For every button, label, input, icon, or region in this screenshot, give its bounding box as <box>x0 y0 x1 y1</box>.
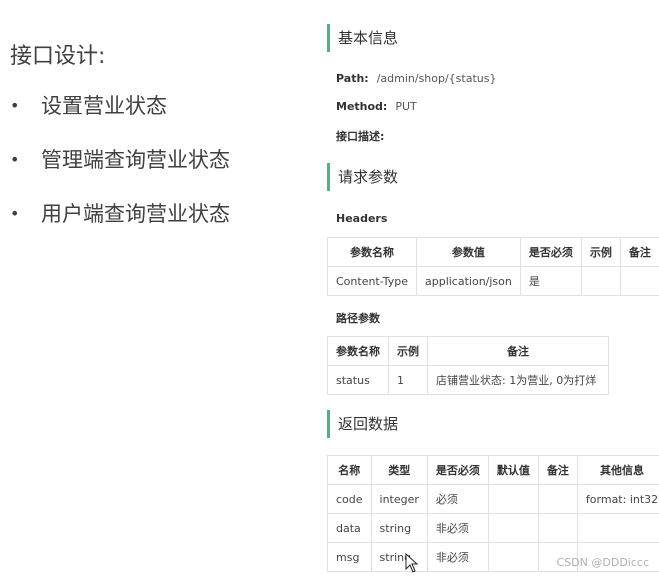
method-label: Method: <box>336 100 388 113</box>
column-header: 参数名称 <box>327 237 417 267</box>
description-row: 接口描述: <box>336 128 392 144</box>
table-cell: status <box>327 365 389 395</box>
column-header: 是否必须 <box>519 237 582 267</box>
table-cell: 1 <box>388 365 428 395</box>
table-cell: string <box>370 513 428 543</box>
table-cell <box>487 484 539 514</box>
column-header: 是否必须 <box>426 455 489 485</box>
table-cell <box>537 513 578 543</box>
path-row: Path: /admin/shop/{status} <box>336 72 496 85</box>
column-header: 示例 <box>388 336 428 366</box>
table-row: Content-Type application/json 是 <box>327 266 659 296</box>
path-params-table: 参数名称 示例 备注 status 1 店铺营业状态: 1为营业, 0为打烊 <box>327 336 609 395</box>
column-header: 类型 <box>370 455 428 485</box>
column-header: 其他信息 <box>576 455 659 485</box>
path-label: Path: <box>336 72 369 85</box>
table-row: status 1 店铺营业状态: 1为营业, 0为打烊 <box>327 365 609 395</box>
table-cell <box>619 266 659 296</box>
table-cell: 是 <box>519 266 582 296</box>
method-value: PUT <box>395 100 417 113</box>
bullet-icon: • <box>10 150 20 169</box>
table-row: data string 非必须 <box>327 513 659 543</box>
response-heading: 返回数据 <box>327 410 398 438</box>
basic-info-heading: 基本信息 <box>327 24 398 52</box>
table-cell <box>576 513 659 543</box>
table-cell: data <box>327 513 372 543</box>
response-table: 名称 类型 是否必须 默认值 备注 其他信息 code integer 必须 f… <box>327 455 659 572</box>
table-cell: format: int32 <box>576 484 659 514</box>
column-header: 默认值 <box>487 455 539 485</box>
headers-table: 参数名称 参数值 是否必须 示例 备注 Content-Type applica… <box>327 237 659 296</box>
table-cell: 非必须 <box>426 542 489 572</box>
table-cell <box>487 542 539 572</box>
column-header: 名称 <box>327 455 372 485</box>
table-cell: 店铺营业状态: 1为营业, 0为打烊 <box>427 365 609 395</box>
table-cell <box>537 484 578 514</box>
table-cell: Content-Type <box>327 266 417 296</box>
request-params-heading: 请求参数 <box>327 163 398 191</box>
list-item-label: 用户端查询营业状态 <box>41 202 230 226</box>
table-cell <box>580 266 621 296</box>
table-cell: 必须 <box>426 484 489 514</box>
list-item-label: 管理端查询营业状态 <box>41 148 230 172</box>
headers-subtitle: Headers <box>336 212 388 225</box>
table-cell: integer <box>370 484 428 514</box>
column-header: 示例 <box>580 237 621 267</box>
list-item-label: 设置营业状态 <box>41 94 167 118</box>
list-item: • 用户端查询营业状态 <box>10 198 230 252</box>
list-item: • 管理端查询营业状态 <box>10 144 230 198</box>
table-cell: msg <box>327 542 372 572</box>
column-header: 备注 <box>427 336 609 366</box>
table-cell: 非必须 <box>426 513 489 543</box>
list-item: • 设置营业状态 <box>10 90 230 144</box>
column-header: 参数名称 <box>327 336 389 366</box>
table-cell: application/json <box>415 266 521 296</box>
table-cell: code <box>327 484 372 514</box>
description-label: 接口描述: <box>336 130 385 143</box>
column-header: 参数值 <box>415 237 521 267</box>
watermark: CSDN @DDDiccc <box>556 556 649 569</box>
column-header: 备注 <box>537 455 578 485</box>
bullet-icon: • <box>10 204 20 223</box>
table-header-row: 参数名称 参数值 是否必须 示例 备注 <box>327 237 659 267</box>
design-list: • 设置营业状态 • 管理端查询营业状态 • 用户端查询营业状态 <box>10 90 230 252</box>
mouse-cursor-icon <box>405 553 419 573</box>
slide-title: 接口设计: <box>10 44 106 69</box>
table-cell <box>487 513 539 543</box>
method-row: Method: PUT <box>336 100 417 113</box>
table-header-row: 名称 类型 是否必须 默认值 备注 其他信息 <box>327 455 659 485</box>
path-value: /admin/shop/{status} <box>376 72 497 85</box>
table-row: code integer 必须 format: int32 <box>327 484 659 514</box>
path-params-subtitle: 路径参数 <box>336 312 380 325</box>
bullet-icon: • <box>10 96 20 115</box>
table-header-row: 参数名称 示例 备注 <box>327 336 609 366</box>
column-header: 备注 <box>619 237 659 267</box>
